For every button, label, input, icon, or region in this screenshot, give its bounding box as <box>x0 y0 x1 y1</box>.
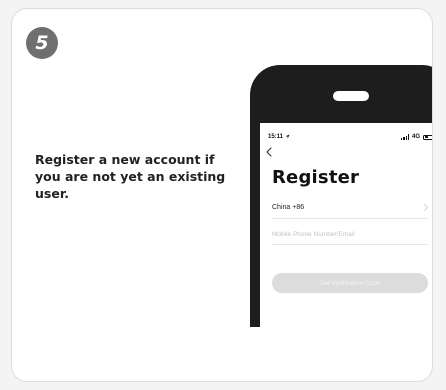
network-type: 4G <box>411 134 420 140</box>
get-verification-code-button[interactable]: Get Verification Code <box>272 273 428 293</box>
account-input[interactable] <box>272 224 428 245</box>
status-left: 15:11 <box>268 134 290 140</box>
page-title: Register <box>272 167 360 188</box>
instruction-card: 5 Register a new account if you are not … <box>11 8 433 382</box>
battery-icon <box>423 134 432 140</box>
back-arrow-glyph <box>266 147 272 157</box>
phone-mockup: 15:11 4G Register China +86 Mobile Phone… <box>250 65 432 327</box>
chevron-left-icon[interactable] <box>266 147 278 159</box>
battery-fill <box>424 136 429 138</box>
status-right: 4G <box>401 134 432 140</box>
country-code-label: China +86 <box>272 203 305 211</box>
status-time: 15:11 <box>268 134 284 141</box>
instruction-text: Register a new account if you are not ye… <box>35 152 226 201</box>
chevron-right-icon <box>424 203 428 211</box>
location-arrow-icon <box>285 134 290 139</box>
status-bar: 15:11 4G <box>268 132 432 142</box>
country-selector[interactable]: China +86 <box>272 196 428 219</box>
signal-icon <box>401 134 409 140</box>
step-number-badge: 5 <box>26 27 58 59</box>
phone-speaker <box>333 91 369 101</box>
phone-screen: 15:11 4G Register China +86 Mobile Phone… <box>260 123 432 327</box>
